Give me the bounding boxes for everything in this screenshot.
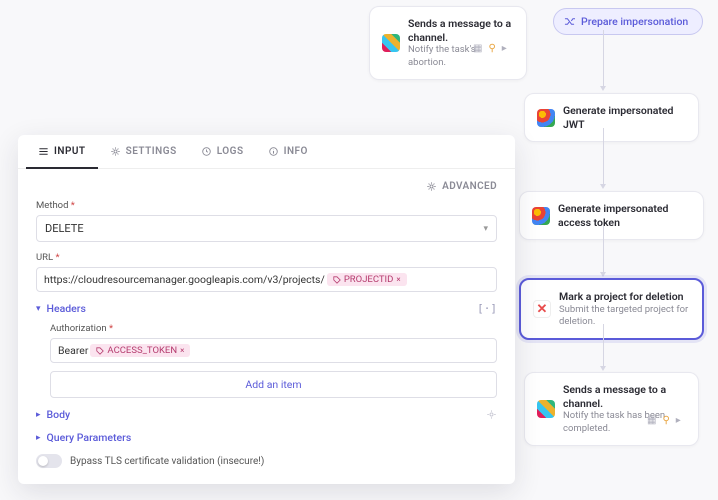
pill-label: Prepare impersonation <box>581 15 688 28</box>
add-label: Add an item <box>245 378 301 391</box>
info-icon <box>268 146 279 157</box>
chevron-down-icon: ▾ <box>36 304 41 314</box>
advanced-toggle[interactable]: ADVANCED <box>36 181 497 192</box>
tab-label: LOGS <box>217 146 244 157</box>
add-icon[interactable]: ▦ <box>647 415 656 426</box>
gear-icon <box>110 146 121 157</box>
tab-info[interactable]: INFO <box>256 135 320 168</box>
tab-label: SETTINGS <box>126 146 177 157</box>
variable-chip-projectid[interactable]: PROJECTID × <box>327 273 407 286</box>
url-text: https://cloudresourcemanager.googleapis.… <box>44 273 325 286</box>
advanced-label: ADVANCED <box>442 181 497 192</box>
flow-arrow <box>600 366 606 371</box>
node-mark-deletion[interactable]: ✕ Mark a project for deletion Submit the… <box>519 278 704 340</box>
body-section[interactable]: ▸ Body <box>36 408 497 421</box>
flow-arrow <box>600 272 606 277</box>
chevron-right-icon: ▸ <box>36 433 41 443</box>
add-icon[interactable]: ▦ <box>473 43 482 54</box>
config-panel: INPUT SETTINGS LOGS INFO ADVANCED Method… <box>18 135 515 484</box>
link-icon[interactable]: ⚲ <box>662 415 669 426</box>
play-icon[interactable]: ▸ <box>676 415 681 426</box>
clock-icon <box>201 146 212 157</box>
chip-close-icon[interactable]: × <box>396 275 400 284</box>
variable-chip-access-token[interactable]: ACCESS_TOKEN × <box>90 344 190 357</box>
chevron-down-icon: ▾ <box>483 224 488 234</box>
slack-icon <box>382 34 400 52</box>
query-section[interactable]: ▸ Query Parameters <box>36 431 497 444</box>
section-label: Headers <box>47 302 86 315</box>
shuffle-icon <box>564 16 575 27</box>
tag-icon <box>333 276 341 284</box>
method-value: DELETE <box>45 222 84 235</box>
gcp-icon <box>537 109 555 127</box>
auth-input[interactable]: Bearer ACCESS_TOKEN × <box>50 338 497 363</box>
node-subtitle: Submit the targeted project for deletion… <box>559 304 690 329</box>
tls-label: Bypass TLS certificate validation (insec… <box>70 456 264 467</box>
flow-line <box>603 324 604 368</box>
x-delete-icon: ✕ <box>533 300 551 318</box>
section-label: Body <box>47 408 71 421</box>
add-header-button[interactable]: Add an item <box>50 371 497 398</box>
auth-text: Bearer <box>58 344 88 357</box>
url-input[interactable]: https://cloudresourcemanager.googleapis.… <box>36 267 497 292</box>
tab-bar: INPUT SETTINGS LOGS INFO <box>18 135 515 169</box>
url-label: URL <box>36 252 497 263</box>
tab-logs[interactable]: LOGS <box>189 135 256 168</box>
gcp-icon <box>532 207 550 225</box>
link-icon[interactable]: ⚲ <box>488 43 495 54</box>
node-slack-done[interactable]: Sends a message to a channel. Notify the… <box>524 372 699 446</box>
node-controls[interactable]: ▦ ⚲ ▸ <box>647 415 681 426</box>
gear-icon[interactable] <box>486 409 497 420</box>
gear-icon <box>426 181 437 192</box>
node-title: Generate impersonated access token <box>558 202 691 229</box>
flow-arrow <box>600 184 606 189</box>
input-icon <box>38 146 49 157</box>
tag-icon <box>96 347 104 355</box>
play-icon[interactable]: ▸ <box>502 43 507 54</box>
auth-label: Authorization <box>50 323 497 334</box>
brackets-icon[interactable]: [·] <box>477 302 497 315</box>
flow-line <box>603 128 604 186</box>
node-generate-token[interactable]: Generate impersonated access token <box>519 191 704 240</box>
flow-line <box>603 226 604 274</box>
tab-settings[interactable]: SETTINGS <box>98 135 189 168</box>
pill-prepare-impersonation[interactable]: Prepare impersonation <box>553 8 703 35</box>
chevron-right-icon: ▸ <box>36 410 41 420</box>
tab-label: INFO <box>284 146 308 157</box>
tab-label: INPUT <box>54 146 86 157</box>
node-title: Sends a message to a channel. <box>408 17 514 44</box>
section-label: Query Parameters <box>47 431 132 444</box>
flow-arrow <box>600 86 606 91</box>
flow-line <box>603 30 604 88</box>
method-select[interactable]: DELETE ▾ <box>36 215 497 242</box>
tls-toggle[interactable] <box>36 454 62 468</box>
node-title: Sends a message to a channel. <box>563 383 686 410</box>
slack-icon <box>537 400 555 418</box>
method-label: Method <box>36 200 497 211</box>
node-title: Mark a project for deletion <box>559 290 690 304</box>
node-controls[interactable]: ▦ ⚲ ▸ <box>473 43 507 54</box>
tab-input[interactable]: INPUT <box>26 136 98 169</box>
chip-close-icon[interactable]: × <box>180 346 184 355</box>
headers-section[interactable]: ▾ Headers [·] <box>36 302 497 315</box>
node-generate-jwt[interactable]: Generate impersonated JWT <box>524 93 699 142</box>
node-title: Generate impersonated JWT <box>563 104 686 131</box>
